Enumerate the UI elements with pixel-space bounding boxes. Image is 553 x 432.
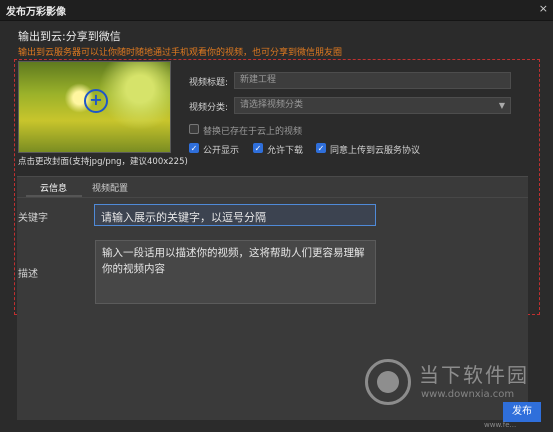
watermark-logo-icon bbox=[365, 359, 411, 405]
keywords-input[interactable]: 请输入展示的关键字，以逗号分隔 bbox=[94, 204, 376, 226]
chevron-down-icon[interactable]: ▼ bbox=[499, 98, 505, 113]
cover-image[interactable]: + bbox=[18, 61, 171, 153]
page-subtitle: 输出到云服务器可以让你随时随地通过手机观看你的视频，也可分享到微信朋友圈 bbox=[18, 48, 343, 58]
close-icon[interactable]: × bbox=[539, 2, 548, 15]
description-label: 描述 bbox=[18, 269, 38, 280]
add-cover-icon[interactable]: + bbox=[84, 89, 108, 113]
page-heading: 输出到云:分享到微信 bbox=[18, 30, 121, 43]
download-label: 允许下载 bbox=[267, 146, 304, 156]
tab-divider bbox=[17, 197, 528, 198]
agree-label: 同意上传到云服务协议 bbox=[330, 146, 421, 156]
watermark-sub: www.downxia.com bbox=[421, 389, 515, 400]
title-label: 视频标题: bbox=[189, 78, 229, 88]
replace-label: 替换已存在于云上的视频 bbox=[203, 127, 303, 137]
title-bar: 发布万彩影像 × bbox=[0, 0, 553, 21]
replace-checkbox[interactable] bbox=[189, 124, 199, 134]
public-label: 公开显示 bbox=[203, 146, 240, 156]
publish-button[interactable]: 发布 bbox=[503, 402, 541, 422]
window-title: 发布万彩影像 bbox=[6, 7, 66, 18]
tab-cloud-info[interactable]: 云信息 bbox=[40, 181, 67, 194]
public-checkbox[interactable]: ✓ bbox=[189, 143, 199, 153]
watermark-main: 当下软件园 bbox=[419, 363, 529, 387]
description-input[interactable]: 输入一段话用以描述你的视频，这将帮助人们更容易理解你的视频内容 bbox=[95, 240, 376, 304]
title-placeholder: 新建工程 bbox=[240, 75, 277, 85]
tab-video-config[interactable]: 视频配置 bbox=[92, 181, 128, 194]
cover-hint[interactable]: 点击更改封面(支持jpg/png，建议400x225) bbox=[18, 155, 188, 167]
download-checkbox[interactable]: ✓ bbox=[253, 143, 263, 153]
agree-checkbox[interactable]: ✓ bbox=[316, 143, 326, 153]
title-input[interactable]: 新建工程 bbox=[234, 72, 511, 89]
category-select[interactable]: 请选择视频分类 ▼ bbox=[234, 97, 511, 114]
keywords-value: 请输入展示的关键字，以逗号分隔 bbox=[101, 211, 266, 224]
footer-url: www.fe... bbox=[484, 421, 517, 429]
keywords-label: 关键字 bbox=[18, 213, 48, 224]
category-label: 视频分类: bbox=[189, 103, 229, 113]
description-value: 输入一段话用以描述你的视频，这将帮助人们更容易理解你的视频内容 bbox=[102, 247, 365, 275]
category-value: 请选择视频分类 bbox=[240, 100, 304, 110]
